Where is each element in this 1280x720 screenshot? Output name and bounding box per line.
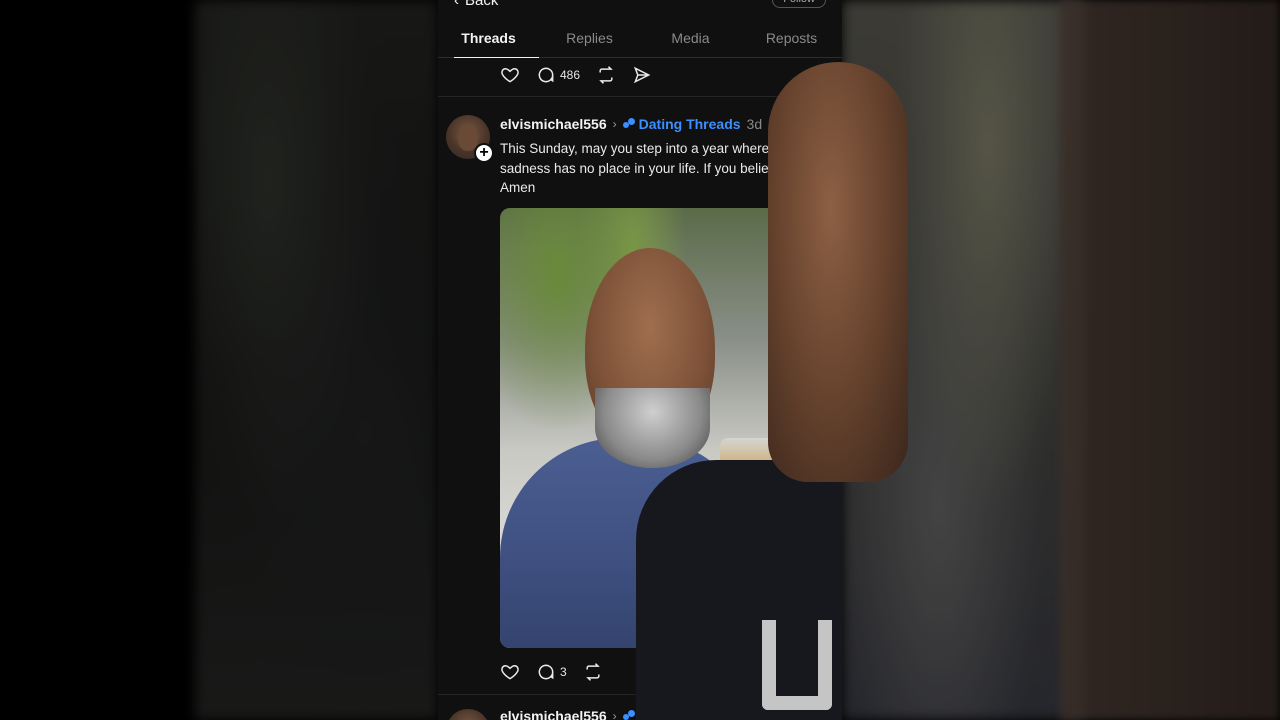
tab-media[interactable]: Media	[640, 14, 741, 57]
tab-replies[interactable]: Replies	[539, 14, 640, 57]
comment-count: 3	[560, 664, 567, 679]
like-button[interactable]	[500, 65, 520, 85]
post-text-line: This Sunday, may you step into a year wh…	[500, 141, 770, 156]
comment-icon	[538, 67, 554, 83]
send-icon	[633, 66, 651, 84]
comment-button[interactable]: 486	[536, 65, 580, 85]
post-text-line: Amen	[500, 180, 536, 195]
comment-count: 486	[560, 68, 581, 82]
profile-tabs: Threads Replies Media Reposts	[438, 14, 842, 58]
post-text: This Sunday, may you step into a year wh…	[500, 139, 790, 198]
chevron-right-icon: ›	[612, 117, 617, 131]
shirt-logo	[762, 620, 832, 710]
post-text-line: sadness has no place in your life. If yo…	[500, 160, 769, 176]
background-blur-far-right	[1060, 0, 1280, 720]
repost-button[interactable]	[583, 662, 603, 682]
username[interactable]: elvismichael556	[500, 708, 607, 720]
comment-icon	[538, 664, 554, 679]
back-button[interactable]: ‹ Back	[454, 0, 498, 9]
heart-icon	[501, 664, 519, 680]
heart-icon	[501, 67, 519, 83]
community-name: Dating Threads	[638, 116, 741, 132]
comment-button[interactable]: 3	[536, 662, 567, 682]
chevron-left-icon: ‹	[454, 0, 459, 9]
back-label: Back	[465, 0, 499, 9]
repost-icon	[585, 662, 600, 681]
repost-icon	[599, 66, 613, 84]
follow-plus-icon[interactable]: +	[474, 143, 494, 163]
share-button[interactable]	[632, 65, 652, 85]
chevron-right-icon: ›	[612, 708, 617, 720]
tab-reposts[interactable]: Reposts	[741, 14, 842, 57]
avatar[interactable]	[446, 708, 490, 720]
repost-button[interactable]	[596, 65, 616, 85]
background-blur-left	[195, 0, 438, 720]
community-icon	[622, 709, 635, 720]
follow-button[interactable]: Follow	[772, 0, 826, 8]
like-button[interactable]	[500, 662, 520, 682]
post-time: 3d	[746, 116, 763, 132]
prev-post-actions: 486	[438, 58, 842, 92]
top-bar: ‹ Back Follow	[438, 0, 842, 14]
presenter-head	[768, 62, 908, 482]
tab-threads[interactable]: Threads	[438, 14, 539, 58]
community-icon	[622, 118, 635, 130]
community-link[interactable]: Dating Threads	[622, 116, 741, 132]
username[interactable]: elvismichael556	[500, 116, 607, 132]
